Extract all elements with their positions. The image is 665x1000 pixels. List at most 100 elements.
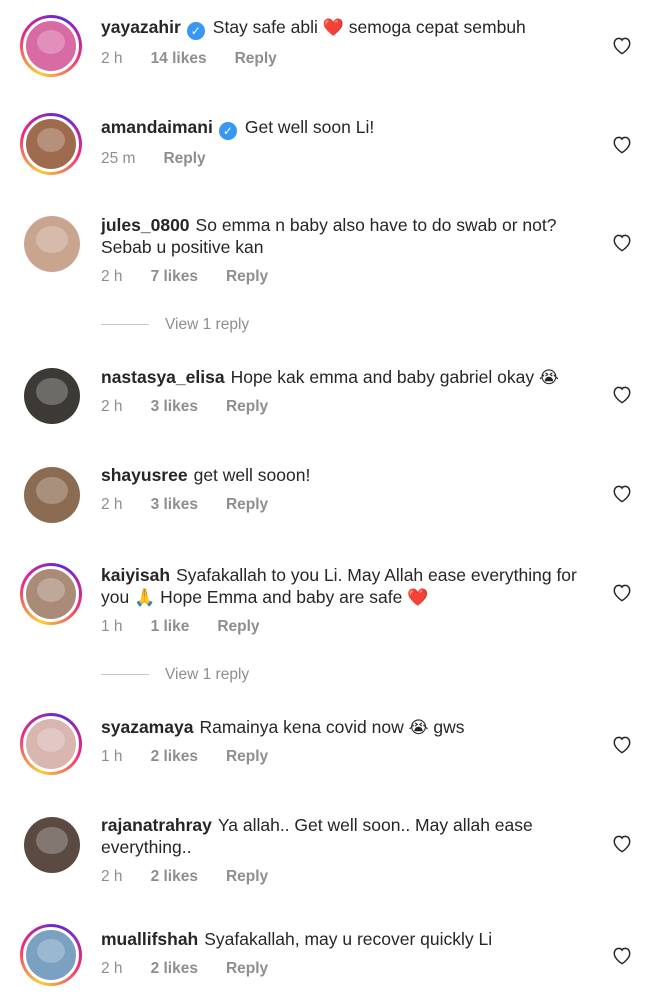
avatar[interactable] <box>24 216 80 272</box>
comment-text: jules_0800 So emma n baby also have to do… <box>101 214 595 258</box>
heart-outline-icon[interactable] <box>611 232 633 252</box>
reply-button[interactable]: Reply <box>217 618 259 636</box>
avatar[interactable] <box>20 924 82 986</box>
comment-likes[interactable]: 7 likes <box>151 268 198 286</box>
reply-button[interactable]: Reply <box>226 868 268 886</box>
avatar[interactable] <box>20 15 82 77</box>
comment-meta: 2 h 2 likes Reply <box>101 868 595 886</box>
heart-outline-icon[interactable] <box>611 384 633 404</box>
avatar[interactable] <box>20 713 82 775</box>
comment-likes[interactable]: 1 like <box>151 618 190 636</box>
comment-body: kaiyisah Syafakallah to you Li. May Allah… <box>101 564 595 636</box>
avatar[interactable] <box>24 467 80 523</box>
heart-outline-icon[interactable] <box>611 483 633 503</box>
avatar[interactable] <box>20 113 82 175</box>
avatar-image <box>23 927 79 983</box>
comment-likes[interactable]: 2 likes <box>151 868 198 886</box>
comment-body: muallifshah Syafakallah, may u recover qu… <box>101 928 595 978</box>
heart-outline-icon[interactable] <box>611 734 633 754</box>
comment-username[interactable]: kaiyisah <box>101 565 170 585</box>
comment-likes[interactable]: 2 likes <box>151 960 198 978</box>
comment-meta: 25 m Reply <box>101 150 595 168</box>
heart-outline-icon[interactable] <box>611 134 633 154</box>
comment-username[interactable]: amandaimani <box>101 117 213 137</box>
heart-outline-icon[interactable] <box>611 35 633 55</box>
comment-likes[interactable]: 2 likes <box>151 748 198 766</box>
comment-time: 25 m <box>101 150 136 167</box>
crying-face-emoji-icon: 😭 <box>538 368 559 387</box>
reply-button[interactable]: Reply <box>226 960 268 978</box>
comment-body: syazamaya Ramainya kena covid now 😭 gws 1… <box>101 716 595 766</box>
comment-username[interactable]: shayusree <box>101 465 188 485</box>
comment-text-part: Hope kak emma and baby gabriel okay <box>230 367 535 387</box>
divider <box>101 674 149 676</box>
avatar-image <box>23 116 79 172</box>
comment-username[interactable]: rajanatrahray <box>101 815 212 835</box>
comment-body: amandaimani ✓ Get well soon Li! 25 m Reply <box>101 116 595 168</box>
comment-text: kaiyisah Syafakallah to you Li. May Allah… <box>101 564 595 608</box>
avatar[interactable] <box>24 817 80 873</box>
crying-face-emoji-icon: 😭 <box>408 718 429 737</box>
comment-meta: 2 h 3 likes Reply <box>101 496 595 514</box>
view-replies-button[interactable]: View 1 reply <box>101 666 249 684</box>
comment-body: shayusree get well sooon! 2 h 3 likes Reply <box>101 464 595 514</box>
verified-badge-icon: ✓ <box>186 22 205 40</box>
avatar[interactable] <box>24 368 80 424</box>
view-replies-button[interactable]: View 1 reply <box>101 316 249 334</box>
comment-username[interactable]: nastasya_elisa <box>101 367 225 387</box>
comment-body: nastasya_elisa Hope kak emma and baby gab… <box>101 366 595 416</box>
red-heart-emoji-icon: ❤️ <box>322 18 344 37</box>
reply-button[interactable]: Reply <box>235 50 277 68</box>
avatar-image <box>23 18 79 74</box>
reply-button[interactable]: Reply <box>226 748 268 766</box>
comment-username[interactable]: jules_0800 <box>101 215 190 235</box>
comment-time: 2 h <box>101 268 123 285</box>
comment-username[interactable]: yayazahir <box>101 17 181 37</box>
comment-meta: 2 h 3 likes Reply <box>101 398 595 416</box>
avatar-image <box>23 716 79 772</box>
comment-meta: 1 h 1 like Reply <box>101 618 595 636</box>
avatar-image <box>24 467 80 523</box>
comment-text-part: Hope Emma and baby are safe <box>155 587 408 607</box>
comment-likes[interactable]: 3 likes <box>151 496 198 514</box>
reply-button[interactable]: Reply <box>226 398 268 416</box>
view-replies-label: View 1 reply <box>165 666 250 683</box>
comment-time: 2 h <box>101 868 123 885</box>
comment-meta: 1 h 2 likes Reply <box>101 748 595 766</box>
heart-outline-icon[interactable] <box>611 945 633 965</box>
red-heart-emoji-icon: ❤️ <box>407 588 429 607</box>
comment-meta: 2 h 7 likes Reply <box>101 268 595 286</box>
comment-time: 2 h <box>101 960 123 977</box>
folded-hands-emoji-icon: 🙏 <box>134 588 156 607</box>
comment-text: rajanatrahray Ya allah.. Get well soon.. … <box>101 814 595 858</box>
comment-meta: 2 h 14 likes Reply <box>101 50 595 68</box>
comment-time: 1 h <box>101 618 123 635</box>
divider <box>101 324 149 326</box>
comment-username[interactable]: syazamaya <box>101 717 193 737</box>
comment-text-part: get well sooon! <box>193 465 311 485</box>
heart-outline-icon[interactable] <box>611 582 633 602</box>
reply-button[interactable]: Reply <box>226 268 268 286</box>
comment-likes[interactable]: 3 likes <box>151 398 198 416</box>
comment-time: 2 h <box>101 50 123 67</box>
comment-text-part: Stay safe abli <box>212 17 323 37</box>
comment-text: amandaimani ✓ Get well soon Li! <box>101 116 595 140</box>
avatar-image <box>24 216 80 272</box>
verified-badge-icon: ✓ <box>218 122 237 140</box>
avatar-image <box>24 817 80 873</box>
comment-body: yayazahir ✓ Stay safe abli ❤️ semoga cepat… <box>101 16 595 68</box>
comment-likes[interactable]: 14 likes <box>151 50 207 68</box>
view-replies-label: View 1 reply <box>165 316 250 333</box>
reply-button[interactable]: Reply <box>163 150 205 168</box>
comment-username[interactable]: muallifshah <box>101 929 198 949</box>
comment-text-part: gws <box>428 717 465 737</box>
reply-button[interactable]: Reply <box>226 496 268 514</box>
comment-time: 2 h <box>101 398 123 415</box>
comment-text-part: semoga cepat sembuh <box>343 17 526 37</box>
heart-outline-icon[interactable] <box>611 833 633 853</box>
comment-text: muallifshah Syafakallah, may u recover qu… <box>101 928 595 950</box>
avatar-image <box>23 566 79 622</box>
avatar-image <box>24 368 80 424</box>
avatar[interactable] <box>20 563 82 625</box>
comment-time: 1 h <box>101 748 123 765</box>
